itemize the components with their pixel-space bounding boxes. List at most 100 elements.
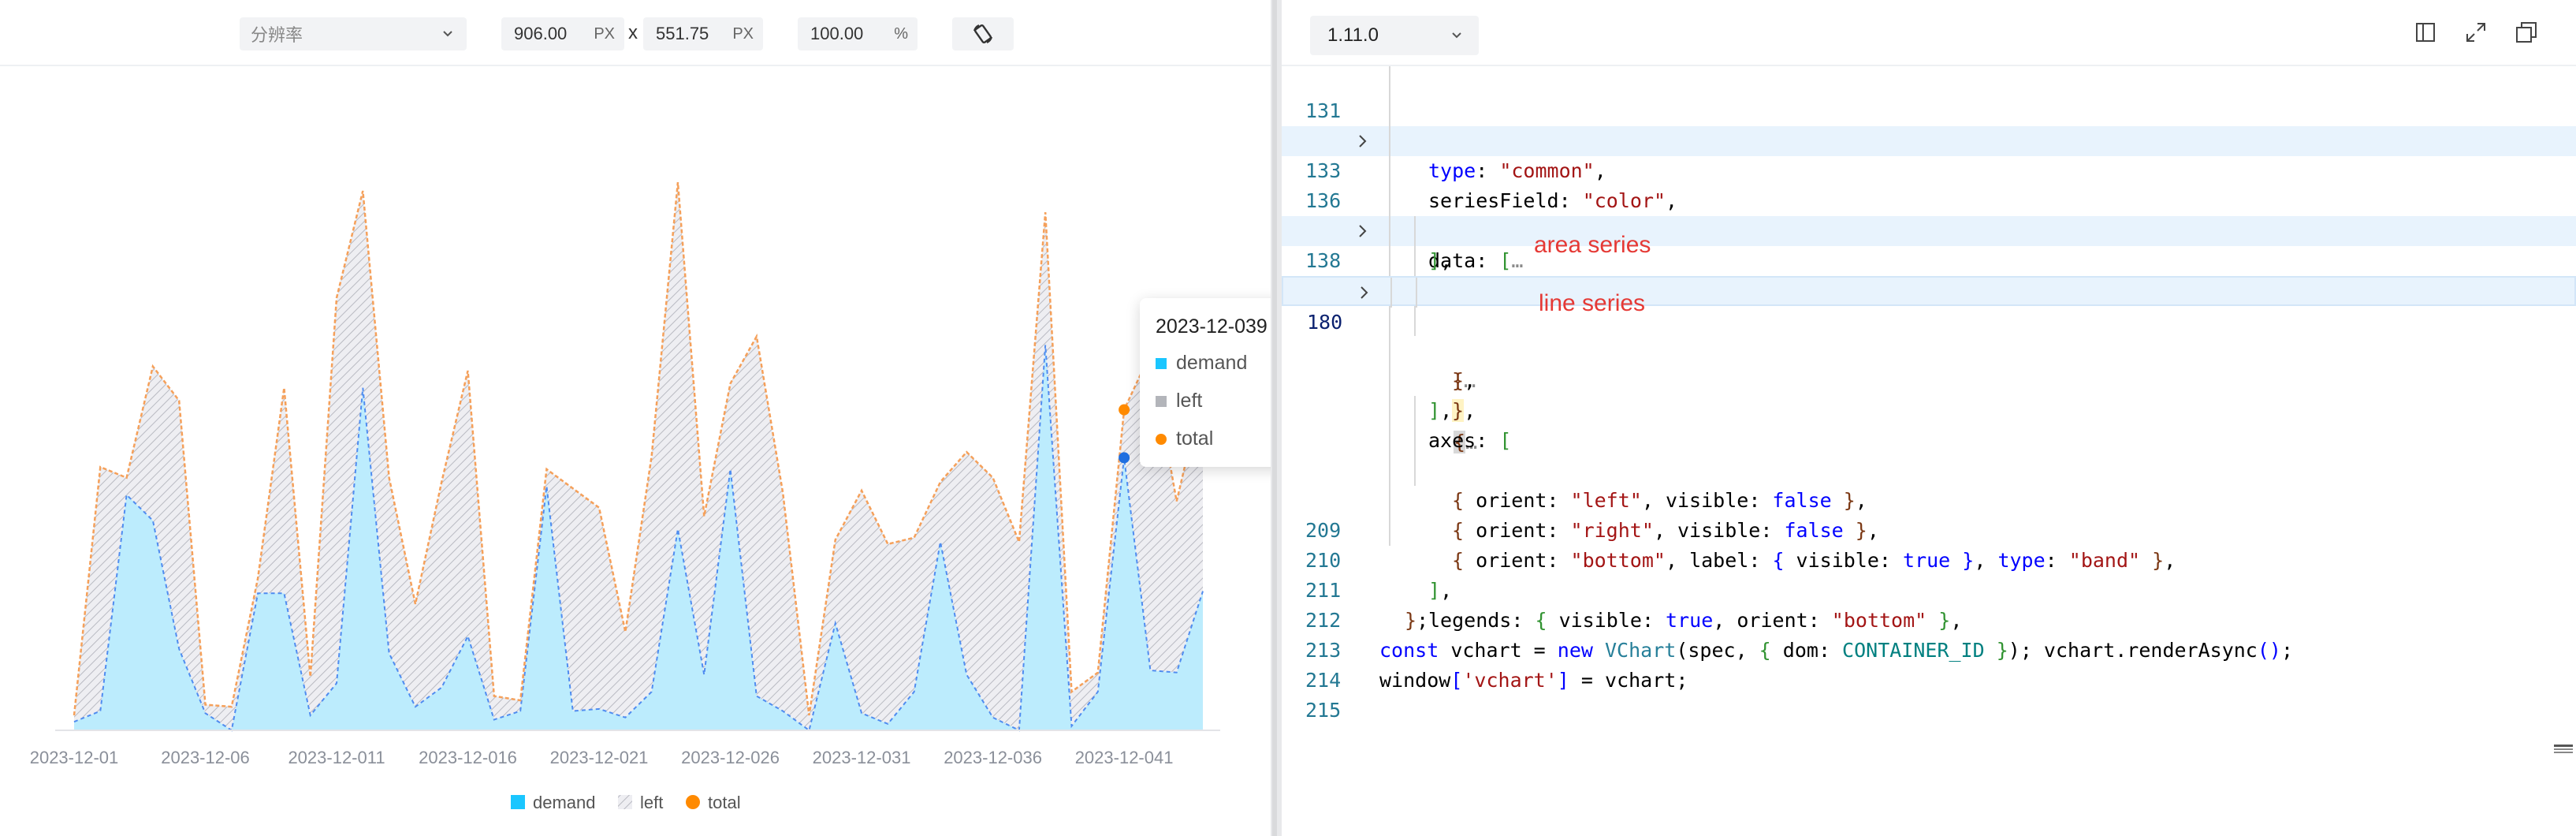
code-line[interactable]: 132 seriesField: "color", [1282,96,2576,212]
demand-swatch [1156,358,1167,369]
width-unit: PX [594,25,615,43]
indent-guide [1416,278,1417,308]
copy-icon[interactable] [2515,21,2538,44]
fold-chevron-right-icon[interactable] [1355,126,1371,156]
area-chart[interactable]: 2023-12-01 2023-12-06 2023-12-011 2023-12-0… [0,68,1271,836]
left-swatch [1156,396,1167,407]
x-tick-label: 2023-12-011 [288,748,385,767]
x-tick-label: 2023-12-016 [419,748,517,767]
tooltip-row-name: left [1176,390,1203,412]
plot-area [73,182,1204,732]
code-editor[interactable]: 131 type: "common", 132 seriesField: "co… [1282,66,2576,836]
height-unit: PX [732,25,754,43]
code-line[interactable]: ], [1282,336,2576,422]
preview-pane: 分辨率 906.00 PX x 551.75 PX 100.00 % 2023-… [0,0,1356,836]
total-point[interactable] [1119,404,1130,416]
code-line[interactable]: 179 }, [1282,246,2576,392]
x-tick-label: 2023-12-021 [550,748,649,767]
code-line[interactable]: }, [1282,306,2576,422]
tooltip-row-name: total [1176,427,1214,450]
indent-guide [1389,516,1390,546]
indent-guide [1389,336,1390,366]
x-tick-label: 2023-12-06 [161,748,250,767]
code-line[interactable]: 215 [1282,666,2576,722]
zoom-unit: % [894,25,908,43]
fold-chevron-right-icon[interactable] [1357,278,1372,308]
indent-guide [1389,426,1390,456]
code-line[interactable]: 214 [1282,636,2576,692]
indent-guide [1414,426,1416,456]
width-input[interactable]: 906.00 PX [501,17,624,50]
indent-guide [1389,66,1390,96]
indent-guide [1389,486,1390,516]
legend-left-swatch [618,795,632,809]
code-line-current[interactable]: 180 {… [1282,276,2576,453]
indent-guide [1414,216,1416,246]
pane-splitter[interactable] [1271,0,1282,836]
indent-guide [1389,186,1390,216]
chevron-down-icon [443,31,452,37]
legend-left-label[interactable]: left [640,793,663,812]
indent-guide [1389,366,1390,396]
fullscreen-icon[interactable] [2464,21,2488,44]
height-input[interactable]: 551.75 PX [643,17,763,50]
x-tick-label: 2023-12-036 [944,748,1042,767]
line-number: 215 [1305,699,1342,722]
editor-pane: 1.11.0 131 type: "common", 132 seriesFie… [1282,0,2576,836]
indent-guide [1390,278,1392,308]
code-line[interactable]: 209 ], [1282,486,2576,602]
code-line[interactable]: { orient: "right", visible: false }, [1282,426,2576,542]
code-line[interactable]: 212 const vchart = new VChart(spec, { do… [1282,576,2576,662]
indent-guide [1389,456,1390,486]
code-line[interactable]: 136 ], [1282,156,2576,272]
resolution-placeholder: 分辨率 [251,25,303,45]
tooltip-title: 2023-12-039 [1156,315,1268,338]
rotate-button[interactable] [952,17,1014,50]
height-value: 551.75 [656,24,709,43]
code-line[interactable]: 211 }; [1282,546,2576,632]
x-axis-ticks: 2023-12-01 2023-12-06 2023-12-011 2023-12-0… [30,748,1174,767]
resolution-select[interactable]: 分辨率 [240,17,467,50]
annotation-line-series: line series [1539,290,1646,316]
indent-guide [1414,246,1416,276]
fold-chevron-right-icon[interactable] [1355,216,1371,246]
indent-guide [1389,126,1390,156]
code-line[interactable]: { orient: "bottom", label: { visible: tr… [1282,456,2576,572]
editor-toolbar: 1.11.0 [1282,0,2576,66]
legend-demand-label[interactable]: demand [533,793,596,812]
indent-guide [1389,156,1390,186]
indent-guide [1389,246,1390,276]
tooltip-row-name: demand [1176,352,1248,374]
code-line[interactable]: 133 data: [… [1282,126,2576,272]
code-line[interactable]: 213 window['vchart'] = vchart; [1282,606,2576,692]
split-layout-icon[interactable] [2414,21,2437,44]
indent-guide [1414,396,1416,426]
total-swatch [1156,434,1167,445]
legend[interactable]: demand left total [511,793,741,812]
indent-guide [1389,306,1390,336]
width-value: 906.00 [514,24,568,43]
code-line[interactable]: 131 type: "common", [1282,66,2576,182]
rotate-device-icon [973,24,993,44]
code-line[interactable]: axes: [ [1282,366,2576,452]
indent-guide [1389,96,1390,126]
zoom-input[interactable]: 100.00 % [798,17,918,50]
x-tick-label: 2023-12-031 [813,748,911,767]
x-tick-label: 2023-12-01 [30,748,119,767]
zoom-value: 100.00 [810,24,864,43]
x-tick-label: 2023-12-041 [1075,748,1174,767]
legend-demand-swatch [511,795,525,809]
legend-total-label[interactable]: total [708,793,741,812]
code-line[interactable]: { orient: "left", visible: false }, [1282,396,2576,512]
code-line[interactable]: 137 series: [ [1282,186,2576,302]
x-tick-label: 2023-12-026 [681,748,780,767]
demand-point[interactable] [1119,452,1130,464]
version-select[interactable]: 1.11.0 [1310,16,1479,55]
indent-guide [1389,396,1390,426]
code-line[interactable]: 210 legends: { visible: true, orient: "b… [1282,516,2576,632]
indent-guide [1389,216,1390,246]
minimap-slider[interactable] [2554,745,2573,754]
chevron-down-icon [1452,32,1461,39]
indent-guide [1414,456,1416,486]
code-line[interactable]: 138 {… [1282,216,2576,392]
